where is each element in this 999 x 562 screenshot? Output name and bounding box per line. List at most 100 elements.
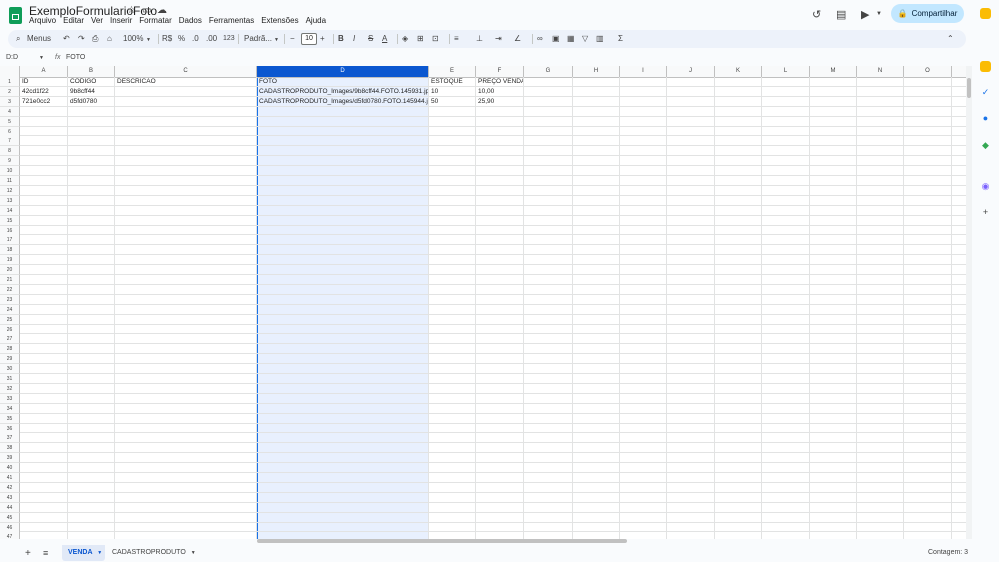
filter-icon[interactable]: ▽ [582, 33, 588, 45]
keep-icon[interactable] [980, 61, 991, 72]
row-header[interactable]: 29 [0, 354, 20, 365]
currency-format-button[interactable]: R$ [162, 33, 172, 45]
cell-a1[interactable]: ID [22, 77, 29, 87]
print-icon[interactable]: ⎙ [92, 33, 98, 45]
merge-cells-icon[interactable]: ⊡ [432, 33, 439, 45]
decrease-decimal-button[interactable]: .0 [192, 33, 199, 45]
menus-search[interactable]: Menus [27, 33, 51, 45]
comments-icon[interactable]: ▤ [836, 8, 846, 21]
row-header[interactable]: 44 [0, 502, 20, 513]
menu-ferramentas[interactable]: Ferramentas [209, 16, 254, 28]
row-header[interactable]: 7 [0, 136, 20, 147]
row-header[interactable]: 6 [0, 126, 20, 137]
cell-f3[interactable]: 25,90 [478, 97, 494, 107]
cell-d3[interactable]: CADASTROPRODUTO_Images/d5fd0780.FOTO.145… [259, 97, 428, 107]
row-header[interactable]: 4 [0, 106, 20, 117]
sheets-logo-icon[interactable] [9, 7, 22, 24]
row-header[interactable]: 42 [0, 482, 20, 493]
insert-link-icon[interactable]: ∞ [537, 33, 543, 45]
row-header[interactable]: 41 [0, 473, 20, 483]
column-header-a[interactable]: A [20, 66, 68, 77]
menu-formatar[interactable]: Formatar [139, 16, 171, 28]
collapse-toolbar-icon[interactable]: ⌃ [947, 33, 954, 45]
row-header[interactable]: 25 [0, 314, 20, 325]
column-header-d[interactable]: D [257, 66, 429, 77]
row-header[interactable]: 8 [0, 146, 20, 157]
cell-d2[interactable]: CADASTROPRODUTO_Images/9b8cff44.FOTO.145… [259, 87, 428, 97]
move-folder-icon[interactable]: ▭ [142, 5, 151, 16]
all-sheets-icon[interactable]: ≡ [43, 548, 48, 558]
row-header[interactable]: 43 [0, 492, 20, 503]
strikethrough-button[interactable]: S [368, 33, 373, 45]
contacts-icon[interactable]: ● [980, 113, 991, 124]
maps-icon[interactable]: ◆ [980, 140, 991, 151]
cell-b2[interactable]: 9b8cff44 [70, 87, 95, 97]
row-header[interactable]: 16 [0, 225, 20, 236]
menu-ajuda[interactable]: Ajuda [306, 16, 326, 28]
tab-chevron-icon[interactable]: ▼ [97, 550, 102, 556]
row-header[interactable]: 30 [0, 364, 20, 375]
cell-e2[interactable]: 10 [431, 87, 438, 97]
name-box[interactable]: D:D [6, 54, 18, 61]
column-header-m[interactable]: M [810, 66, 857, 77]
row-header[interactable]: 34 [0, 403, 20, 414]
paint-format-icon[interactable]: ⌂ [107, 33, 112, 45]
undo-icon[interactable]: ↶ [63, 33, 70, 45]
cell-e3[interactable]: 50 [431, 97, 438, 107]
row-header[interactable]: 5 [0, 116, 20, 127]
formula-input[interactable]: FOTO [66, 54, 85, 61]
column-header-f[interactable]: F [476, 66, 524, 77]
row-header[interactable]: 21 [0, 275, 20, 285]
row-header[interactable]: 1 [0, 77, 20, 87]
row-header[interactable]: 35 [0, 413, 20, 424]
increase-font-size-icon[interactable]: + [320, 33, 325, 45]
cell-c1[interactable]: DESCRICAO [117, 77, 156, 87]
row-header[interactable]: 28 [0, 344, 20, 355]
column-header-o[interactable]: O [904, 66, 952, 77]
column-header-i[interactable]: I [620, 66, 667, 77]
horizontal-align-icon[interactable]: ≡ [454, 33, 459, 45]
functions-button[interactable]: Σ [618, 33, 623, 45]
column-header-j[interactable]: J [667, 66, 715, 77]
menu-extensoes[interactable]: Extensões [261, 16, 298, 28]
calendar-icon[interactable] [980, 8, 991, 19]
tasks-icon[interactable]: ✓ [980, 87, 991, 98]
insert-comment-icon[interactable]: ▣ [552, 33, 560, 45]
cloud-status-icon[interactable]: ☁ [157, 5, 167, 16]
font-select[interactable]: Padrã... [244, 33, 272, 45]
row-header[interactable]: 26 [0, 324, 20, 335]
cell-d1[interactable]: FOTO [259, 77, 277, 87]
select-all-corner[interactable] [0, 66, 20, 77]
column-header-n[interactable]: N [857, 66, 904, 77]
italic-button[interactable]: I [353, 33, 355, 45]
cell-b1[interactable]: CODIGO [70, 77, 96, 87]
name-box-chevron-icon[interactable]: ▼ [39, 55, 44, 61]
sheet-tab-venda[interactable]: VENDA ▼ [62, 545, 105, 561]
column-header-c[interactable]: C [115, 66, 257, 77]
menu-editar[interactable]: Editar [63, 16, 84, 28]
row-header[interactable]: 10 [0, 166, 20, 177]
meet-icon[interactable]: ▶ [861, 8, 869, 21]
row-header[interactable]: 39 [0, 453, 20, 464]
star-icon[interactable]: ☆ [127, 5, 136, 16]
font-size-input[interactable]: 10 [301, 33, 317, 45]
menu-arquivo[interactable]: Arquivo [29, 16, 56, 28]
search-icon[interactable]: ⌕ [16, 33, 20, 45]
row-header[interactable]: 22 [0, 284, 20, 295]
sheet-tab-cadastroproduto[interactable]: CADASTROPRODUTO ▼ [112, 545, 196, 561]
row-header[interactable]: 3 [0, 96, 20, 107]
insert-chart-icon[interactable]: ▦ [567, 33, 575, 45]
addon-icon[interactable]: ◉ [980, 181, 991, 192]
cell-f1[interactable]: PREÇO VENDA [478, 77, 523, 87]
column-header-g[interactable]: G [524, 66, 573, 77]
spreadsheet-grid[interactable]: ABCDEFGHIJKLMNO 1 2 3 4 5 6 7 8 9 10 11 12 13 14 15 16 1… [0, 66, 966, 539]
menu-dados[interactable]: Dados [179, 16, 202, 28]
row-header[interactable]: 33 [0, 393, 20, 404]
cell-b3[interactable]: d5fd0780 [70, 97, 97, 107]
row-header[interactable]: 37 [0, 433, 20, 444]
text-rotation-icon[interactable]: ∠ [514, 33, 521, 45]
row-header[interactable]: 19 [0, 255, 20, 266]
font-chevron-icon[interactable]: ▼ [274, 34, 279, 46]
zoom-select[interactable]: 100% [123, 33, 143, 45]
row-header[interactable]: 17 [0, 235, 20, 246]
